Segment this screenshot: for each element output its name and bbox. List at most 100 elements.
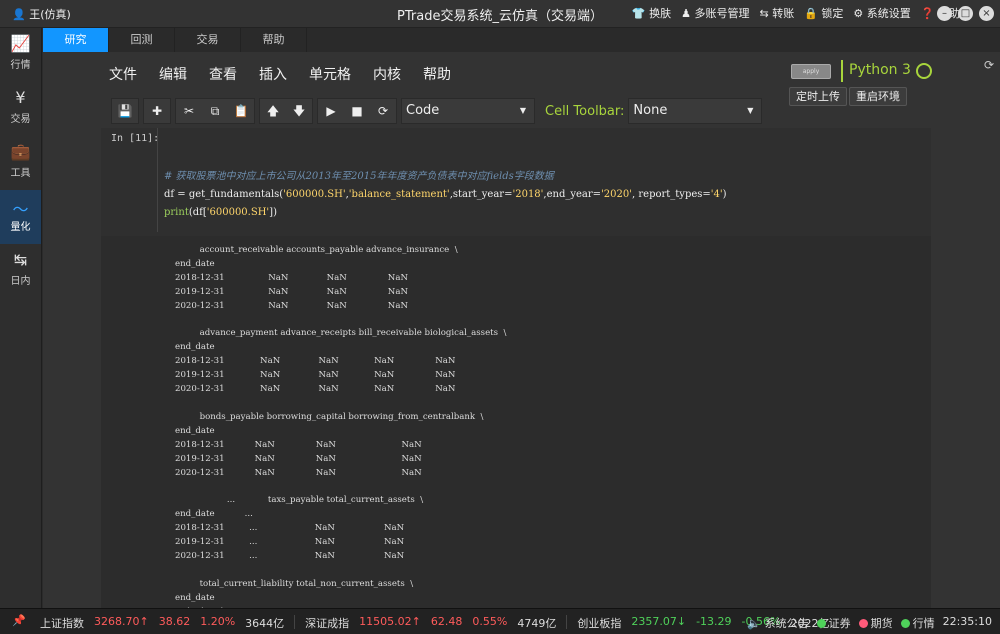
menu-insert[interactable]: 插入 <box>259 64 287 84</box>
tab-research[interactable]: 研究 <box>43 28 109 52</box>
conn-securities: 证券 <box>816 615 851 631</box>
menu-view[interactable]: 查看 <box>209 64 237 84</box>
notebook-toolbar: 💾 ✚ ✂ ⧉ 📋 🡅 🡇 ▶ ■ ⟳ Code ▼ Cell Toolbar:… <box>111 97 763 125</box>
lock-button[interactable]: 🔒 锁定 <box>804 5 843 21</box>
menu-kernel[interactable]: 内核 <box>373 64 401 84</box>
apply-button[interactable]: apply <box>791 64 831 79</box>
menu-edit[interactable]: 编辑 <box>159 64 187 84</box>
output-text: account_receivable accounts_payable adva… <box>175 245 507 617</box>
chevron-down-icon: ▼ <box>747 106 754 115</box>
shirt-icon: 👕 <box>631 7 646 20</box>
sz-index-volume: 4749亿 <box>517 617 557 630</box>
cell-toolbar-select[interactable]: None ▼ <box>628 98 763 124</box>
notebook-menu: 文件 编辑 查看 插入 单元格 内核 帮助 <box>109 64 451 84</box>
copy-icon[interactable]: ⧉ <box>202 99 228 123</box>
restart-env-button[interactable]: 重启环境 <box>849 87 907 106</box>
divider <box>294 615 296 629</box>
tab-bar: 研究 回测 交易 帮助 <box>43 28 1000 52</box>
conn-market: 行情 <box>900 615 935 631</box>
stop-icon[interactable]: ■ <box>344 99 370 123</box>
sidebar-item-tools[interactable]: 💼 工具 <box>0 136 41 190</box>
close-icon[interactable]: × <box>979 6 994 21</box>
run-icon[interactable]: ▶ <box>318 99 344 123</box>
menu-help[interactable]: 帮助 <box>423 64 451 84</box>
cut-icon[interactable]: ✂ <box>176 99 202 123</box>
tab-help[interactable]: 帮助 <box>241 28 307 52</box>
cy-index-change: -13.29 <box>696 615 732 628</box>
status-dot-icon <box>900 619 910 628</box>
add-cell-icon[interactable]: ✚ <box>144 99 170 123</box>
code-comment: # 获取股票池中对应上市公司从2013年至2015年年度资产负债表中对应fiel… <box>164 171 554 182</box>
sz-index-change: 62.48 <box>430 615 463 628</box>
title-bar: 👤 王(仿真) PTrade交易系统_云仿真（交易端） 👕 换肤 ♟ 多账号管理… <box>0 0 1000 28</box>
pin-icon[interactable]: 📌 <box>12 614 26 627</box>
menu-cell[interactable]: 单元格 <box>309 64 351 84</box>
sh-index-volume: 3644亿 <box>245 617 285 630</box>
status-dot-icon <box>858 619 868 628</box>
sz-index-name: 深证成指 <box>305 617 350 630</box>
cell-type-select[interactable]: Code ▼ <box>401 98 535 124</box>
toolbox-icon: 💼 <box>10 142 31 161</box>
cy-index-name: 创业板指 <box>577 617 622 630</box>
cy-index-price: 2357.07 <box>631 615 677 628</box>
user-menu[interactable]: 👤 王(仿真) <box>12 6 71 22</box>
paste-icon[interactable]: 📋 <box>228 99 254 123</box>
sidebar-item-quant[interactable]: 〜 量化 <box>0 190 41 244</box>
kernel-status-icon <box>916 63 932 79</box>
sz-index-pct: 0.55% <box>472 615 508 628</box>
code-text: # 获取股票池中对应上市公司从2013年至2015年年度资产负债表中对应fiel… <box>164 171 727 218</box>
help-icon: ❓ <box>920 7 935 20</box>
user-name: 王(仿真) <box>29 8 71 21</box>
sh-index-change: 38.62 <box>158 615 191 628</box>
sh-index-price: 3268.70 <box>94 615 140 628</box>
chart-line-icon: 📈 <box>10 34 31 53</box>
minimize-icon[interactable]: – <box>937 6 952 21</box>
speaker-icon: 🔈 <box>747 617 762 630</box>
conn-futures: 期货 <box>858 615 893 631</box>
sh-index-name: 上证指数 <box>40 617 84 630</box>
sidebar-item-intraday[interactable]: ↹ 日内 <box>0 244 41 298</box>
sh-index-pct: 1.20% <box>200 615 236 628</box>
status-right: 🔈 系统公告 证券 期货 行情 22:35:10 <box>747 615 992 631</box>
settings-button[interactable]: ⚙ 系统设置 <box>853 5 910 21</box>
pulse-icon: 〜 <box>12 200 29 219</box>
sidebar-item-market[interactable]: 📈 行情 <box>0 28 41 82</box>
status-dot-icon <box>816 619 826 628</box>
window-controls: – □ × <box>937 6 994 21</box>
transfer-icon: ⇆ <box>759 7 769 20</box>
code-editor[interactable]: # 获取股票池中对应上市公司从2013年至2015年年度资产负债表中对应fiel… <box>157 128 931 232</box>
refresh-icon[interactable]: ⟳ <box>984 58 994 72</box>
sz-index-price: 11505.02 <box>359 615 412 628</box>
system-notice-button[interactable]: 🔈 系统公告 <box>747 615 808 631</box>
cell-toolbar-label: Cell Toolbar: <box>545 103 625 119</box>
move-up-icon[interactable]: 🡅 <box>260 99 286 123</box>
restore-icon[interactable]: □ <box>958 6 973 21</box>
kernel-name: Python 3 <box>849 62 911 78</box>
status-bar: 📌 上证指数 3268.70↑ 38.62 1.20% 3644亿 深证成指 1… <box>0 608 1000 634</box>
move-down-icon[interactable]: 🡇 <box>286 99 312 123</box>
left-sidebar: 📈 行情 ¥ 交易 💼 工具 〜 量化 ↹ 日内 <box>0 28 42 608</box>
restart-icon[interactable]: ⟳ <box>370 99 396 123</box>
yen-icon: ¥ <box>15 88 26 107</box>
transfer-button[interactable]: ⇆ 转账 <box>760 5 795 21</box>
scheduled-upload-button[interactable]: 定时上传 <box>789 87 847 106</box>
sidebar-item-trade[interactable]: ¥ 交易 <box>0 82 41 136</box>
user-icon: 👤 <box>12 8 26 21</box>
menu-file[interactable]: 文件 <box>109 64 137 84</box>
tab-backtest[interactable]: 回测 <box>109 28 175 52</box>
title-menu: 👕 换肤 ♟ 多账号管理 ⇆ 转账 🔒 锁定 ⚙ 系统设置 ❓ 帮助 <box>632 5 960 21</box>
save-icon[interactable]: 💾 <box>112 99 138 123</box>
users-icon: ♟ <box>681 7 691 20</box>
index-ticker: 上证指数 3268.70↑ 38.62 1.20% 3644亿 深证成指 115… <box>40 615 830 630</box>
skin-button[interactable]: 👕 换肤 <box>632 5 671 21</box>
multi-account-button[interactable]: ♟ 多账号管理 <box>681 5 749 21</box>
code-cell: In [11]: # 获取股票池中对应上市公司从2013年至2015年年度资产负… <box>101 128 931 617</box>
chevron-down-icon: ▼ <box>519 106 526 115</box>
main-area: 研究 回测 交易 帮助 ⟳ 文件 编辑 查看 插入 单元格 内核 帮助 appl… <box>43 28 1000 617</box>
input-prompt: In [11]: <box>111 133 160 144</box>
tab-trading[interactable]: 交易 <box>175 28 241 52</box>
gear-icon: ⚙ <box>853 7 864 20</box>
clock: 22:35:10 <box>942 615 992 628</box>
divider <box>566 615 568 629</box>
intraday-icon: ↹ <box>13 250 28 269</box>
